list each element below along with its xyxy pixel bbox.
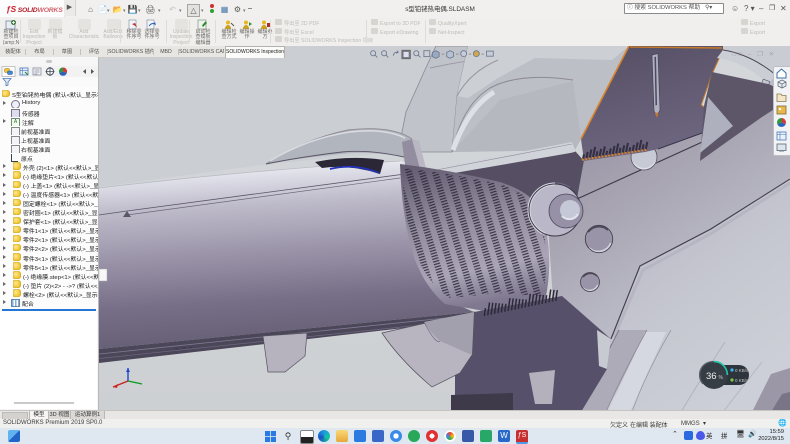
svg-text:%: % [719, 375, 724, 381]
svg-text:36: 36 [706, 371, 717, 382]
svg-text:0 KB/s: 0 KB/s [735, 368, 749, 373]
svg-text:0 KB/s: 0 KB/s [735, 378, 749, 383]
